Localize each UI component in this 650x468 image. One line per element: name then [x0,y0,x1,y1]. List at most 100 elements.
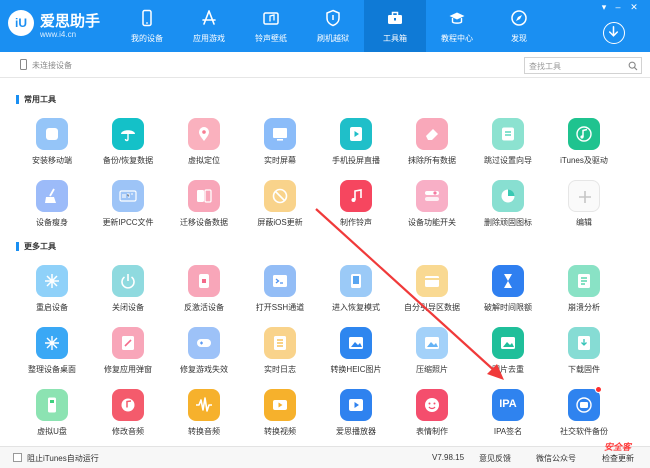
watermark-logo: 安全客 [604,442,632,452]
section-more-tools: 更多工具 [16,241,56,253]
more-tool-tile-11[interactable]: 实时日志 [242,327,318,383]
nav-tab-5[interactable]: 教程中心 [426,0,488,52]
tool-label: 编辑 [576,218,592,227]
more-tool-tile-15[interactable]: 下载固件 [546,327,622,383]
tool-label: 虚拟定位 [188,156,220,165]
more-tool-tile-23[interactable]: 社交软件备份 [546,386,622,445]
more-tool-tile-20[interactable]: 爱思播放器 [318,389,394,445]
nav-tab-6[interactable]: 发现 [488,0,550,52]
more-tool-tile-14[interactable]: 图片去重 [470,327,546,383]
common-tool-tile-15[interactable]: 编辑 [546,180,622,236]
audio-edit-icon [112,389,144,421]
image-dedupe-icon [492,327,524,359]
skin-icon[interactable]: ▾ [598,2,610,12]
compass-icon [511,10,527,26]
more-tool-tile-3[interactable]: 打开SSH通道 [242,265,318,321]
more-tool-tile-18[interactable]: 转换音频 [166,389,242,445]
feedback-link[interactable]: 意见反馈 [479,453,511,464]
nav-tab-4[interactable]: 工具箱 [364,0,426,52]
close-icon[interactable]: ✕ [628,2,640,12]
minimize-icon[interactable]: – [612,2,624,12]
phone-icon [142,9,152,27]
more-tool-tile-21[interactable]: 表情制作 [394,389,470,445]
more-tool-tile-0[interactable]: 重启设备 [14,265,90,321]
search-icon[interactable] [628,61,638,71]
tool-label: 转换HEIC图片 [330,365,382,374]
common-tool-tile-10[interactable]: 迁移设备数据 [166,180,242,236]
common-tool-tile-9[interactable]: 更新IPCC文件 [90,180,166,236]
common-tool-tile-14[interactable]: 删除顽固图标 [470,180,546,236]
nav-tab-2[interactable]: 铃声壁纸 [240,0,302,52]
toggle-icon [416,180,448,212]
tool-label: 关闭设备 [112,303,144,312]
common-tool-tile-2[interactable]: 虚拟定位 [166,118,242,174]
repair-icon [112,327,144,359]
more-tool-tile-17[interactable]: 修改音频 [90,389,166,445]
more-tool-tile-1[interactable]: 关闭设备 [90,265,166,321]
play-icon [340,118,372,150]
toolbox-icon [388,11,402,24]
tool-label: 自分引导区数据 [404,303,460,312]
common-tool-tile-6[interactable]: 跳过设置向导 [470,118,546,174]
more-tool-tile-12[interactable]: 转换HEIC图片 [318,327,394,383]
nav-tab-label: 刷机越狱 [317,34,349,43]
migrate-icon [188,180,220,212]
nav-tab-1[interactable]: 应用游戏 [178,0,240,52]
more-tool-tile-16[interactable]: 虚拟U盘 [14,389,90,445]
tool-label: IPA签名 [493,427,523,436]
ipa-icon-text: IPA [499,398,517,410]
common-tool-tile-8[interactable]: 设备瘦身 [14,180,90,236]
location-pin-icon [188,118,220,150]
more-tool-tile-9[interactable]: 修复应用弹窗 [90,327,166,383]
tool-label: iTunes及驱动 [560,156,608,165]
common-tool-tile-0[interactable]: 安装移动端 [14,118,90,174]
check-update-link[interactable]: 检查更新 [602,453,634,464]
more-tool-tile-5[interactable]: 自分引导区数据 [394,265,470,321]
nav-tab-label: 应用游戏 [193,34,225,43]
nav-tab-3[interactable]: 刷机越狱 [302,0,364,52]
nav-tab-label: 铃声壁纸 [255,34,287,43]
common-tool-tile-11[interactable]: 屏蔽iOS更新 [242,180,318,236]
broom-icon [36,180,68,212]
download-icon [608,26,619,37]
phone-lock-icon [188,265,220,297]
nav-tab-0[interactable]: 我的设备 [116,0,178,52]
wechat-link[interactable]: 微信公众号 [536,453,576,464]
tool-label: 修复游戏失效 [180,365,228,374]
tool-search-box[interactable] [524,57,642,74]
common-tool-tile-1[interactable]: 备份/恢复数据 [90,118,166,174]
block-itunes-checkbox[interactable] [13,453,22,462]
more-tool-tile-6[interactable]: 破解时间限额 [470,265,546,321]
top-bar: iU 爱思助手 www.i4.cn 我的设备 应用游戏 铃声壁纸 刷机越狱 工具箱 教程中… [0,0,650,52]
common-tool-tile-7[interactable]: iTunes及驱动 [546,118,622,174]
common-tool-tile-4[interactable]: 手机投屏直播 [318,118,394,174]
more-tool-tile-10[interactable]: 修复游戏失效 [166,327,242,383]
more-tool-tile-19[interactable]: 转换视频 [242,389,318,445]
tool-label: 手机投屏直播 [332,156,380,165]
pie-icon [492,180,524,212]
more-tool-tile-8[interactable]: 整理设备桌面 [14,327,90,383]
tool-label: 设备功能开关 [408,218,456,227]
common-tool-tile-5[interactable]: 抹除所有数据 [394,118,470,174]
more-tool-tile-2[interactable]: 反激活设备 [166,265,242,321]
nav-tab-label: 工具箱 [383,34,407,43]
app-logo[interactable]: iU 爱思助手 www.i4.cn [8,8,128,44]
chat-backup-icon [568,386,602,421]
tool-label: 社交软件备份 [560,427,608,436]
tool-search-input[interactable] [529,60,625,72]
more-tool-tile-4[interactable]: 进入恢复模式 [318,265,394,321]
more-tool-tile-13[interactable]: 压缩照片 [394,327,470,383]
common-tool-tile-13[interactable]: 设备功能开关 [394,180,470,236]
common-tool-tile-3[interactable]: 实时屏幕 [242,118,318,174]
more-tool-tile-22[interactable]: IPA IPA签名 [470,389,546,445]
nav-tab-label: 我的设备 [131,34,163,43]
common-tool-tile-12[interactable]: 制作铃声 [318,180,394,236]
notification-dot [595,386,602,393]
music-note-icon [568,118,600,150]
plus-icon [568,180,600,212]
player-icon [340,389,372,421]
more-tool-tile-7[interactable]: 崩溃分析 [546,265,622,321]
tool-label: 修复应用弹窗 [104,365,152,374]
nav-tab-label: 发现 [511,34,527,43]
download-manager-button[interactable] [603,22,625,44]
